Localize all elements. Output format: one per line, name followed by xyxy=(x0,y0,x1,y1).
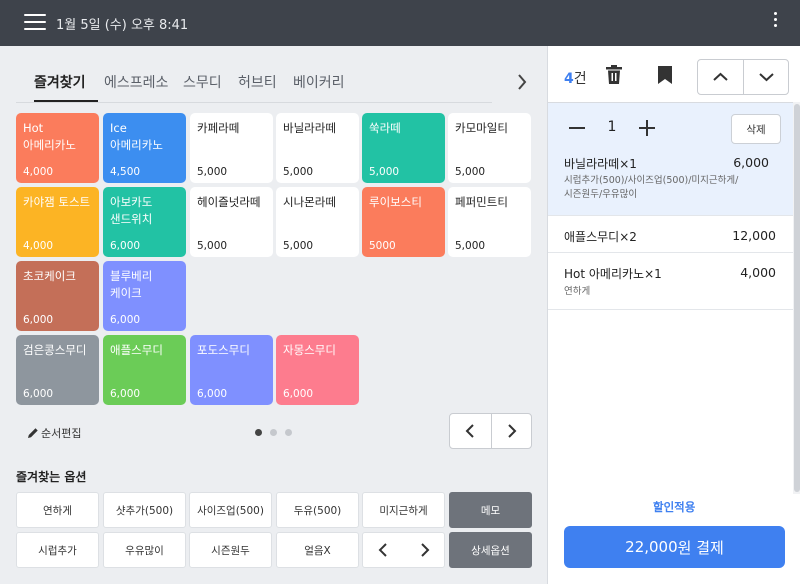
chevron-right-icon[interactable] xyxy=(512,70,532,94)
cart-item-name: 바닐라라떼×1 xyxy=(564,157,637,171)
menu-tile[interactable]: 검은콩스무디 6,000 xyxy=(16,335,99,405)
menu-tile[interactable]: 페퍼민트티 5,000 xyxy=(448,187,531,257)
memo-button[interactable]: 메모 xyxy=(449,492,532,528)
quantity-stepper: 1 xyxy=(564,113,660,143)
page-dot[interactable] xyxy=(270,429,277,436)
cart-item-price: 12,000 xyxy=(732,228,776,243)
option-button[interactable]: 두유(500) xyxy=(276,492,359,528)
more-options-icon[interactable] xyxy=(768,12,782,34)
menu-tile[interactable]: Hot 아메리카노 4,000 xyxy=(16,113,99,183)
option-pager xyxy=(362,532,445,568)
cart-item-price: 4,000 xyxy=(740,265,776,280)
pay-suffix: 원 결제 xyxy=(677,538,724,557)
option-button[interactable]: 얼음X xyxy=(276,532,359,568)
divider xyxy=(548,215,793,216)
cart-item-options: 시럽추가(500)/사이즈업(500)/미지근하게/시즌원두/우유많이 xyxy=(564,175,739,200)
delete-button[interactable]: 삭제 xyxy=(731,114,781,144)
cart-item-selected[interactable]: 1 삭제 바닐라라떼×1 6,000 시럽추가(500)/사이즈업(500)/미… xyxy=(548,103,793,215)
cart-count-number: 4 xyxy=(564,71,574,87)
page-dot[interactable] xyxy=(285,429,292,436)
tab-smoothie[interactable]: 스무디 xyxy=(183,72,222,92)
option-button[interactable]: 우유많이 xyxy=(103,532,186,568)
menu-tile[interactable]: 블루베리 케이크 6,000 xyxy=(103,261,186,331)
menu-tile[interactable]: 초코케이크 6,000 xyxy=(16,261,99,331)
cart-panel: 4건 1 삭제 바닐라라떼×1 6,000 시럽추가(500)/사이즈업(500… xyxy=(547,46,800,584)
tab-herbtea[interactable]: 허브티 xyxy=(238,72,277,92)
chevron-right-icon[interactable] xyxy=(492,414,533,448)
cart-item-name[interactable]: 애플스무디×2 xyxy=(564,228,637,245)
tab-divider xyxy=(16,102,492,103)
pay-amount: 22,000 xyxy=(625,538,678,556)
chevron-left-icon[interactable] xyxy=(450,414,491,448)
menu-tile[interactable]: 아보카도 샌드위치 6,000 xyxy=(103,187,186,257)
option-button[interactable]: 시즌원두 xyxy=(189,532,272,568)
cart-count-unit: 건 xyxy=(573,71,587,87)
trash-icon[interactable] xyxy=(606,65,622,85)
option-button[interactable]: 시럽추가 xyxy=(16,532,99,568)
bookmark-icon[interactable] xyxy=(658,66,672,84)
apply-discount-button[interactable]: 할인적용 xyxy=(653,499,695,515)
clock-text: 1월 5일 (수) 오후 8:41 xyxy=(56,18,189,33)
edit-order-label: 순서편집 xyxy=(41,427,82,440)
option-button[interactable]: 샷추가(500) xyxy=(103,492,186,528)
detail-options-button[interactable]: 상세옵션 xyxy=(449,532,532,568)
divider xyxy=(548,252,793,253)
item-navigation xyxy=(697,59,789,95)
cart-count: 4건 xyxy=(564,68,587,88)
pencil-icon xyxy=(27,427,39,439)
plus-icon[interactable] xyxy=(634,113,660,143)
divider xyxy=(548,309,793,310)
quantity-value: 1 xyxy=(607,119,617,135)
menu-tile[interactable]: 카모마일티 5,000 xyxy=(448,113,531,183)
tab-bakery[interactable]: 베이커리 xyxy=(293,72,345,92)
menu-tile[interactable]: 시나몬라떼 5,000 xyxy=(276,187,359,257)
option-button[interactable]: 연하게 xyxy=(16,492,99,528)
cart-item-price: 6,000 xyxy=(733,155,769,170)
menu-tile[interactable]: 포도스무디 6,000 xyxy=(190,335,273,405)
chevron-right-icon[interactable] xyxy=(405,533,446,567)
hamburger-menu-icon[interactable] xyxy=(24,14,46,32)
chevron-up-icon[interactable] xyxy=(698,60,743,94)
tab-favorites[interactable]: 즐겨찾기 xyxy=(34,72,86,92)
option-button[interactable]: 사이즈업(500) xyxy=(189,492,272,528)
chevron-down-icon[interactable] xyxy=(744,60,789,94)
cart-item-name[interactable]: Hot 아메리카노×1 xyxy=(564,265,662,282)
menu-tile[interactable]: 헤이즐넛라떼 5,000 xyxy=(190,187,273,257)
option-button[interactable]: 미지근하게 xyxy=(362,492,445,528)
tile-pager xyxy=(449,413,532,449)
favorite-options-title: 즐겨찾는 옵션 xyxy=(16,470,87,484)
top-bar: 1월 5일 (수) 오후 8:41 xyxy=(0,0,800,46)
scrollbar-thumb[interactable] xyxy=(794,104,800,492)
menu-tile[interactable]: 애플스무디 6,000 xyxy=(103,335,186,405)
menu-tile[interactable]: 바닐라라떼 5,000 xyxy=(276,113,359,183)
page-dot[interactable] xyxy=(255,429,262,436)
pay-button[interactable]: 22,000 원 결제 xyxy=(564,526,785,568)
menu-tile[interactable]: 쑥라떼 5,000 xyxy=(362,113,445,183)
edit-order-button[interactable]: 순서편집 xyxy=(27,425,81,441)
minus-icon[interactable] xyxy=(564,113,590,143)
menu-tile[interactable]: 루이보스티 5000 xyxy=(362,187,445,257)
menu-tile[interactable]: 카페라떼 5,000 xyxy=(190,113,273,183)
cart-item-options: 연하게 xyxy=(564,286,591,297)
chevron-left-icon[interactable] xyxy=(363,533,404,567)
menu-tile[interactable]: 카야잼 토스트 4,000 xyxy=(16,187,99,257)
menu-tile[interactable]: 자몽스무디 6,000 xyxy=(276,335,359,405)
tab-espresso[interactable]: 에스프레소 xyxy=(104,72,168,92)
menu-tile[interactable]: Ice 아메리카노 4,500 xyxy=(103,113,186,183)
